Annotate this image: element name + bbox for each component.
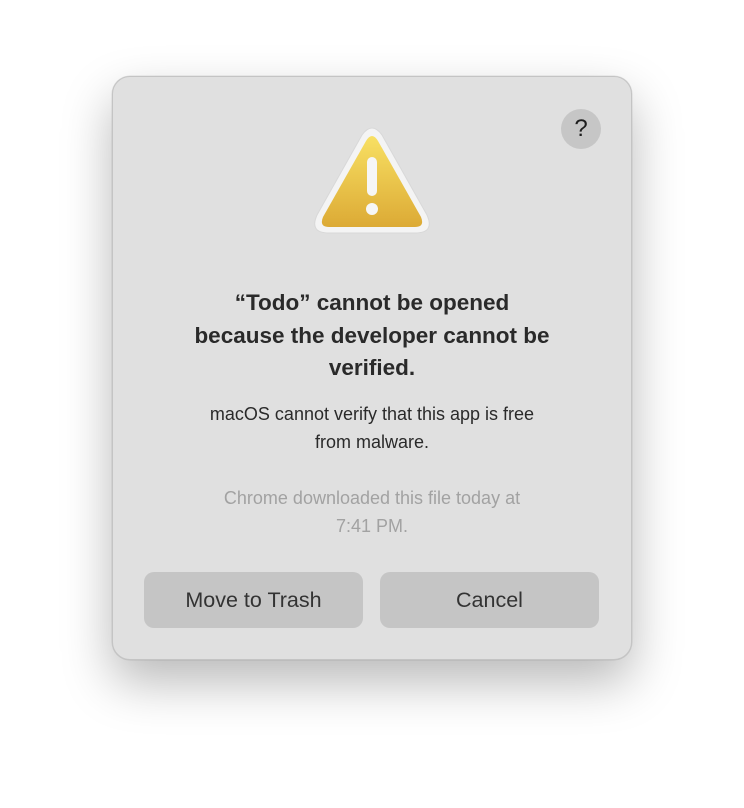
note-line: Chrome downloaded this file today at xyxy=(223,488,521,508)
title-line: verified. xyxy=(328,355,416,380)
move-to-trash-button[interactable]: Move to Trash xyxy=(144,572,363,628)
message-line: from malware. xyxy=(314,432,430,452)
title-line: because the developer cannot be xyxy=(194,322,550,348)
title-line: “Todo” cannot be opened xyxy=(234,290,510,315)
warning-triangle-icon xyxy=(311,127,433,237)
dialog-title: “Todo” cannot be opened because the deve… xyxy=(133,287,611,385)
cancel-button[interactable]: Cancel xyxy=(380,572,599,628)
dialog-message: macOS cannot verify that this app is fre… xyxy=(143,400,601,456)
note-line: 7:41 PM. xyxy=(335,516,409,536)
alert-dialog: ? “Todo” cannot be opened because the de… xyxy=(112,76,632,660)
message-line: macOS cannot verify that this app is fre… xyxy=(209,404,535,424)
help-button[interactable]: ? xyxy=(561,109,601,149)
download-note: Chrome downloaded this file today at 7:4… xyxy=(143,484,601,540)
